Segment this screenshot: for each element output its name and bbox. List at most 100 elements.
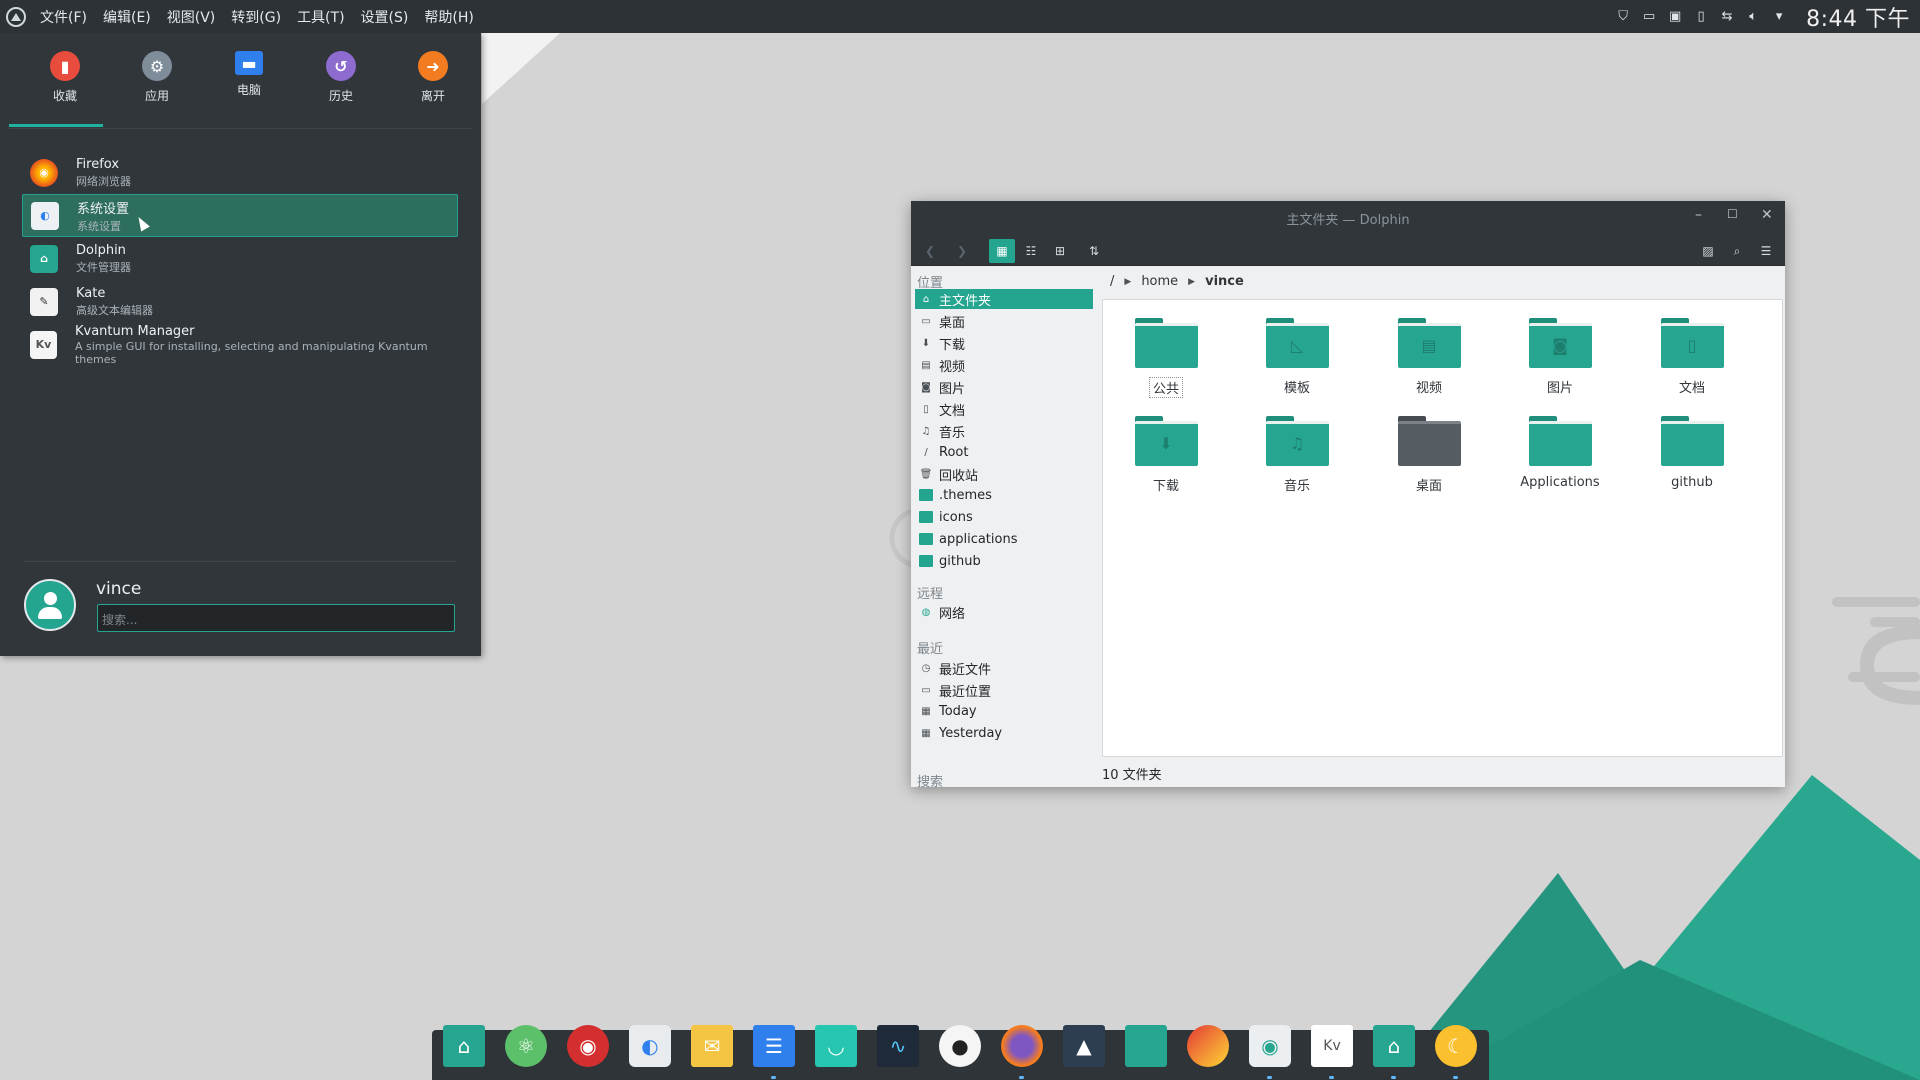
place-pictures[interactable]: ◙ 图片: [915, 377, 1093, 397]
mountain-icon[interactable]: ▲: [1062, 1024, 1106, 1068]
place-network[interactable]: ◍ 网络: [915, 602, 1093, 622]
folder-icon[interactable]: [1124, 1024, 1168, 1068]
firefox-icon[interactable]: [1000, 1024, 1044, 1068]
place-icons[interactable]: icons: [915, 507, 1093, 527]
file-view[interactable]: 公共 ◺ 模板 ▤ 视频 ◙ 图片 ▯ 文档 ⬇ 下载 ♫ 音乐 桌面 Appl…: [1102, 299, 1783, 757]
app-item-dolphin[interactable]: ⌂ Dolphin 文件管理器: [22, 237, 458, 280]
firefox-icon: ◉: [30, 158, 58, 187]
place-home[interactable]: ⌂ 主文件夹: [915, 289, 1093, 309]
place-label: .themes: [939, 487, 992, 503]
place-yesterday[interactable]: ▦ Yesterday: [915, 723, 1093, 743]
atom-icon[interactable]: ⚛: [504, 1024, 548, 1068]
menu-tools[interactable]: 工具(T): [297, 7, 344, 27]
file-item-downloads[interactable]: ⬇ 下载: [1106, 416, 1226, 494]
chevron-right-icon: ▶: [1188, 276, 1196, 287]
place-recent-files[interactable]: ◷ 最近文件: [915, 658, 1093, 678]
breadcrumb-current[interactable]: vince: [1205, 274, 1244, 289]
breadcrumb-home[interactable]: home: [1141, 274, 1178, 289]
tab-applications[interactable]: ⚙ 应用: [111, 33, 203, 128]
tab-favorites[interactable]: ▮ 收藏: [19, 33, 111, 128]
hamburger-menu-icon[interactable]: ☰: [1753, 239, 1779, 263]
place-documents[interactable]: ▯ 文档: [915, 399, 1093, 419]
close-icon[interactable]: ✕: [1761, 207, 1773, 223]
forward-icon[interactable]: ❯: [949, 239, 975, 263]
file-item-templates[interactable]: ◺ 模板: [1237, 318, 1357, 396]
netease-music-icon[interactable]: ◉: [566, 1024, 610, 1068]
tab-computer[interactable]: ▬ 电脑: [203, 33, 295, 128]
app-item-system-settings[interactable]: ◐ 系统设置 系统设置: [22, 194, 458, 237]
app-item-kate[interactable]: ✎ Kate 高级文本编辑器: [22, 280, 458, 323]
folder-pictures-icon: ◙: [1528, 318, 1592, 368]
tab-history[interactable]: ↺ 历史: [295, 33, 387, 128]
preview-icon[interactable]: ▨: [1695, 239, 1721, 263]
back-icon[interactable]: ❮: [917, 239, 943, 263]
place-label: applications: [939, 531, 1018, 547]
place-downloads[interactable]: ⬇ 下载: [915, 333, 1093, 353]
sort-icon[interactable]: ⇅: [1081, 239, 1107, 263]
compact-view-icon[interactable]: ☷: [1018, 239, 1044, 263]
home-folder-icon[interactable]: ⌂: [442, 1024, 486, 1068]
search-input[interactable]: 搜索...: [97, 604, 455, 632]
clipboard-icon[interactable]: ▭: [1641, 9, 1657, 24]
breadcrumb-root[interactable]: /: [1110, 274, 1114, 289]
mixer-icon[interactable]: ☰: [752, 1024, 796, 1068]
menu-go[interactable]: 转到(G): [231, 7, 281, 27]
tab-leave[interactable]: ➜ 离开: [387, 33, 479, 128]
network-icon[interactable]: ⇆: [1719, 9, 1735, 24]
folder-home-icon[interactable]: ⌂: [1372, 1024, 1416, 1068]
place-music[interactable]: ♫ 音乐: [915, 421, 1093, 441]
night-mode-icon[interactable]: ☾: [1434, 1024, 1478, 1068]
clock[interactable]: 8:44 下午: [1806, 1, 1910, 33]
file-item-videos[interactable]: ▤ 视频: [1369, 318, 1489, 396]
menu-edit[interactable]: 编辑(E): [103, 7, 151, 27]
icons-view-icon[interactable]: ▦: [989, 239, 1015, 263]
toggle-icon[interactable]: ◉: [1248, 1024, 1292, 1068]
place-github[interactable]: github: [915, 551, 1093, 571]
place-today[interactable]: ▦ Today: [915, 701, 1093, 721]
screenshot-icon[interactable]: ▣: [1667, 9, 1683, 24]
toolbar: ❮ ❯ ▦ ☷ ⊞ ⇅ ▨ ⌕ ☰: [911, 233, 1785, 266]
mail-icon[interactable]: ✉: [690, 1024, 734, 1068]
system-monitor-icon[interactable]: ∿: [876, 1024, 920, 1068]
file-item-github[interactable]: github: [1632, 416, 1752, 490]
file-item-documents[interactable]: ▯ 文档: [1632, 318, 1752, 396]
battery-icon[interactable]: ▯: [1693, 9, 1709, 24]
search-icon[interactable]: ⌕: [1724, 239, 1750, 263]
maximize-icon[interactable]: ☐: [1727, 207, 1738, 221]
app-item-firefox[interactable]: ◉ Firefox 网络浏览器: [22, 151, 458, 194]
place-applications[interactable]: applications: [915, 529, 1093, 549]
details-view-icon[interactable]: ⊞: [1047, 239, 1073, 263]
menu-file[interactable]: 文件(F): [40, 7, 87, 27]
file-item-music[interactable]: ♫ 音乐: [1237, 416, 1357, 494]
file-item-pictures[interactable]: ◙ 图片: [1500, 318, 1620, 396]
app-item-kvantum-manager[interactable]: Kv Kvantum Manager A simple GUI for insta…: [22, 323, 458, 366]
document-icon: ▯: [923, 403, 929, 415]
shield-icon[interactable]: ⛉: [1615, 9, 1631, 24]
file-item-public[interactable]: 公共: [1106, 318, 1226, 398]
minimize-icon[interactable]: –: [1695, 207, 1702, 223]
menu-settings[interactable]: 设置(S): [361, 7, 409, 27]
file-item-desktop[interactable]: 桌面: [1369, 416, 1489, 494]
place-trash[interactable]: 🗑︎ 回收站: [915, 464, 1093, 484]
place-desktop[interactable]: ▭ 桌面: [915, 311, 1093, 331]
place-themes[interactable]: .themes: [915, 485, 1093, 505]
menu-help[interactable]: 帮助(H): [424, 7, 473, 27]
place-label: 最近位置: [939, 684, 992, 700]
place-recent-locations[interactable]: ▭ 最近位置: [915, 680, 1093, 700]
file-item-applications[interactable]: Applications: [1500, 416, 1620, 490]
window-titlebar[interactable]: 主文件夹 — Dolphin – ☐ ✕: [911, 201, 1785, 233]
avatar[interactable]: [24, 579, 76, 631]
kvantum-icon[interactable]: Kv: [1310, 1024, 1354, 1068]
category-tabs: ▮ 收藏 ⚙ 应用 ▬ 电脑 ↺ 历史 ➜ 离开: [0, 33, 481, 128]
application-launcher-button[interactable]: [0, 0, 32, 33]
place-videos[interactable]: ▤ 视频: [915, 355, 1093, 375]
settings-toggle-icon[interactable]: ◐: [628, 1024, 672, 1068]
place-root[interactable]: / Root: [915, 442, 1093, 462]
volume-icon[interactable]: 🔈︎: [1745, 9, 1761, 24]
color-picker-icon[interactable]: [1186, 1024, 1230, 1068]
chevron-down-icon[interactable]: ▾: [1771, 9, 1787, 24]
store-icon[interactable]: ◡: [814, 1024, 858, 1068]
app-name: Firefox: [76, 156, 120, 172]
menu-view[interactable]: 视图(V): [167, 7, 216, 27]
github-icon[interactable]: ●: [938, 1024, 982, 1068]
